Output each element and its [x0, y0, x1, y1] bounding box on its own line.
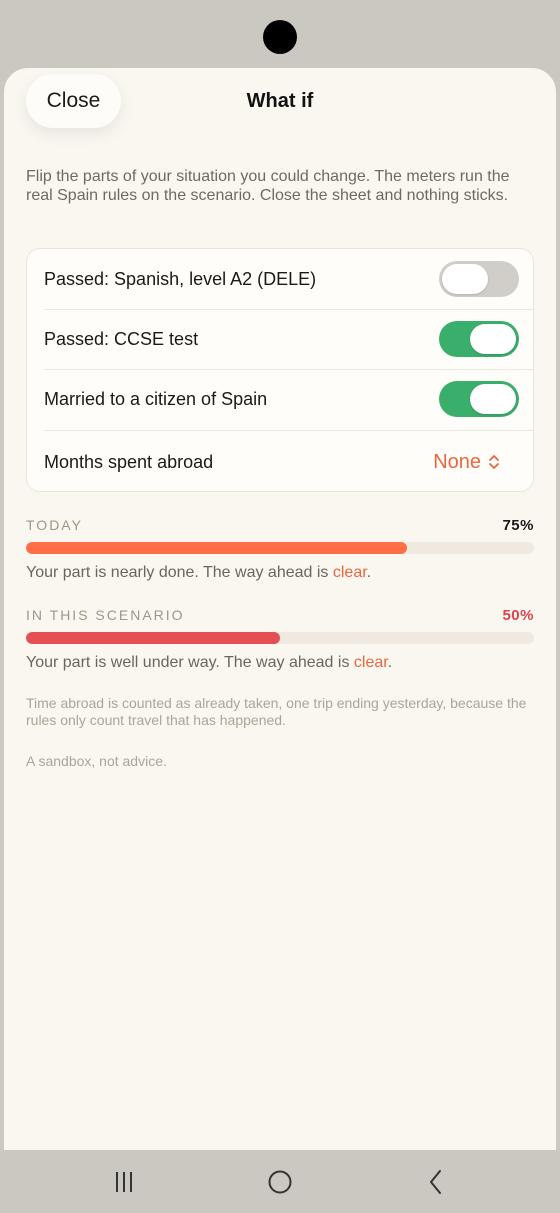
scenario-note-text: Your part is well under way. The way ahe…: [26, 654, 354, 671]
option-label: Married to a citizen of Spain: [44, 388, 268, 409]
toggle-knob: [470, 384, 516, 414]
status-bar: [0, 0, 560, 70]
today-note: Your part is nearly done. The way ahead …: [26, 564, 536, 582]
scenario-label: IN THIS SCENARIO: [26, 607, 185, 623]
what-if-sheet: Close What if Flip the parts of your sit…: [4, 68, 556, 1150]
toggle-knob: [442, 264, 488, 294]
sheet-title: What if: [246, 90, 314, 112]
home-icon: [268, 1170, 292, 1194]
chevron-up-down-icon: [489, 455, 499, 469]
today-note-suffix: .: [366, 564, 372, 581]
scenario-clear-link[interactable]: clear: [354, 654, 388, 671]
recents-icon: [116, 1172, 132, 1192]
toggle-switch-spanish[interactable]: [439, 261, 519, 297]
home-button[interactable]: [260, 1162, 300, 1202]
today-progress-fill: [26, 542, 407, 554]
option-label: Passed: Spanish, level A2 (DELE): [44, 268, 317, 289]
back-button[interactable]: [416, 1162, 456, 1202]
today-meter-header: TODAY 75%: [26, 517, 534, 534]
system-navigation-bar: [0, 1150, 560, 1213]
footnote: Time abroad is counted as already taken,…: [26, 695, 527, 728]
scenario-meter-header: IN THIS SCENARIO 50%: [26, 607, 534, 624]
toggle-switch-ccse[interactable]: [439, 321, 519, 357]
today-value: 75%: [502, 517, 534, 534]
toggle-switch-married[interactable]: [439, 381, 519, 417]
months-abroad-picker[interactable]: None: [433, 451, 519, 474]
option-row-months-abroad: Months spent abroad None: [27, 431, 533, 493]
scenario-progress-fill: [26, 632, 280, 644]
camera-cutout: [263, 20, 297, 54]
scenario-progress-track: [26, 632, 534, 644]
option-label: Months spent abroad: [44, 451, 214, 472]
back-icon: [430, 1170, 441, 1194]
today-label: TODAY: [26, 517, 83, 533]
today-note-text: Your part is nearly done. The way ahead …: [26, 564, 333, 581]
option-row-married: Married to a citizen of Spain: [27, 369, 533, 429]
scenario-note-suffix: .: [387, 654, 393, 671]
scenario-options-card: Passed: Spanish, level A2 (DELE) Passed:…: [26, 248, 534, 492]
intro-text: Flip the parts of your situation you cou…: [26, 168, 510, 204]
today-clear-link[interactable]: clear: [333, 564, 367, 581]
disclaimer: A sandbox, not advice.: [26, 753, 167, 769]
toggle-knob: [470, 324, 516, 354]
option-row-ccse: Passed: CCSE test: [27, 309, 533, 369]
scenario-note: Your part is well under way. The way ahe…: [26, 654, 536, 672]
option-label: Passed: CCSE test: [44, 328, 199, 349]
months-abroad-value: None: [433, 450, 481, 473]
option-row-spanish: Passed: Spanish, level A2 (DELE): [27, 249, 533, 309]
recents-button[interactable]: [104, 1162, 144, 1202]
today-progress-track: [26, 542, 534, 554]
scenario-value: 50%: [502, 607, 534, 624]
